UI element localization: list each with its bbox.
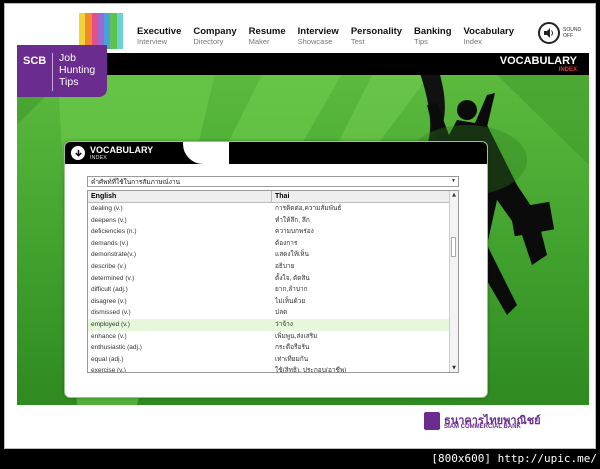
table-row[interactable]: enhance (v.) เพิ่มพูน,ส่งเสริม [88,331,458,343]
table-scrollbar[interactable]: ▲ ▼ [449,191,458,372]
scroll-down-icon[interactable]: ▼ [450,364,458,372]
table-row[interactable]: determined (v.) ตั้งใจ, ตัดสิน [88,273,458,285]
cell-english: determined (v.) [91,274,135,282]
cell-english: enhance (v.) [91,332,127,340]
cell-english: demonstrate(v.) [91,251,137,259]
bank-name-english: SIAM COMMERCIAL BANK [444,424,521,430]
cell-english: dismissed (v.) [91,309,131,317]
logo-divider [52,53,53,91]
cell-thai: ทำให้ลึก, ลึก [275,216,310,224]
cell-thai: อธิบาย [275,262,295,270]
cell-english: enthusiastic (adj.) [91,344,142,352]
section-subtitle: INDEX [558,67,577,73]
color-stripes [79,13,123,49]
chevron-down-icon: ▼ [451,178,456,184]
cell-thai: กระตือรือร้น [275,344,310,352]
table-row[interactable]: disagree (v.) ไม่เห็นด้วย [88,296,458,308]
cell-thai: แสดงให้เห็น [275,251,309,259]
main-nav: Executive Interview Company Directory Re… [137,27,515,47]
table-row[interactable]: dismissed (v.) ปลด [88,307,458,319]
nav-company-directory[interactable]: Company Directory [193,27,236,47]
cell-english: employed (v.) [91,320,130,328]
nav-personality-test[interactable]: Personality Test [351,27,402,47]
nav-resume-maker[interactable]: Resume Maker [249,27,286,47]
panel-title: VOCABULARY [90,145,154,155]
cell-english: describe (v.) [91,262,127,270]
cell-english: demands (v.) [91,239,129,247]
cell-english: disagree (v.) [91,297,127,305]
cell-english: difficult (adj.) [91,286,128,294]
scb-logo-text: SCB [23,55,47,67]
table-body: dealing (v.) การติดต่อ,ความสัมพันธ์ deepen… [88,203,458,373]
table-row[interactable]: equal (adj.) เท่าเทียมกัน [88,354,458,366]
cell-english: dealing (v.) [91,205,123,212]
sound-label: SOUND OFF [563,27,582,39]
table-header: English Thai [88,191,458,203]
nav-vocabulary-index[interactable]: Vocabulary Index [464,27,515,47]
column-header-english[interactable]: English [88,191,272,202]
panel-subtitle: INDEX [90,155,107,161]
cell-thai: ยาก,ลำบาก [275,286,308,294]
scroll-up-icon[interactable]: ▲ [450,191,458,199]
table-row[interactable]: demands (v.) ต้องการ [88,238,458,250]
cell-english: deepens (v.) [91,216,127,224]
logo-tagline: Job Hunting Tips [59,52,96,88]
table-row[interactable]: demonstrate(v.) แสดงให้เห็น [88,249,458,261]
cell-thai: ไม่เห็นด้วย [275,297,306,305]
scb-bank-logo-icon [424,412,440,430]
cell-thai: ใช้(สิทธิ), ประกอบ(อาชีพ) [275,367,347,373]
table-row[interactable]: exercise (v.) ใช้(สิทธิ), ประกอบ(อาชีพ) [88,365,458,373]
cell-english: exercise (v.) [91,367,126,373]
table-row[interactable]: enthusiastic (adj.) กระตือรือร้น [88,342,458,354]
watermark: [800x600] http://upic.me/ [431,452,597,465]
nav-executive-interview[interactable]: Executive Interview [137,27,181,47]
cell-thai: เพิ่มพูน,ส่งเสริม [275,332,318,340]
vocabulary-table: English Thai dealing (v.) การติดต่อ,ความส… [87,190,459,373]
nav-interview-showcase[interactable]: Interview Showcase [298,27,339,47]
cell-thai: การติดต่อ,ความสัมพันธ์ [275,205,342,212]
column-header-thai[interactable]: Thai [272,191,458,202]
section-title: VOCABULARY [499,55,577,67]
cell-thai: ตั้งใจ, ตัดสิน [275,274,310,282]
table-row[interactable]: difficult (adj.) ยาก,ลำบาก [88,284,458,296]
cell-thai: ปลด [275,309,288,317]
cell-thai: ว่าจ้าง [275,320,293,328]
window-frame: Executive Interview Company Directory Re… [4,3,596,449]
speaker-icon [544,28,553,38]
category-select[interactable]: คำศัพท์ที่ใช้ในการสัมภาษณ์งาน ▼ [87,176,459,187]
scroll-thumb[interactable] [451,237,456,257]
category-select-value: คำศัพท์ที่ใช้ในการสัมภาษณ์งาน [91,179,181,186]
cell-thai: ความบกพร่อง [275,228,314,236]
table-row[interactable]: describe (v.) อธิบาย [88,261,458,273]
cell-thai: ต้องการ [275,239,298,247]
sound-toggle-button[interactable] [538,22,560,44]
nav-banking-tips[interactable]: Banking Tips [414,27,451,47]
table-row[interactable]: deficiencies (n.) ความบกพร่อง [88,226,458,238]
cell-thai: เท่าเทียมกัน [275,355,309,363]
table-row[interactable]: deepens (v.) ทำให้ลึก, ลึก [88,215,458,227]
vocabulary-panel: VOCABULARY INDEX คำศัพท์ที่ใช้ในการสัมภา… [64,141,488,398]
arrow-down-icon [71,146,85,160]
table-row[interactable]: employed (v.) ว่าจ้าง [88,318,458,331]
app-canvas: Executive Interview Company Directory Re… [17,13,589,441]
table-row[interactable]: dealing (v.) การติดต่อ,ความสัมพันธ์ [88,203,458,215]
cell-english: deficiencies (n.) [91,228,137,236]
cell-english: equal (adj.) [91,355,124,363]
